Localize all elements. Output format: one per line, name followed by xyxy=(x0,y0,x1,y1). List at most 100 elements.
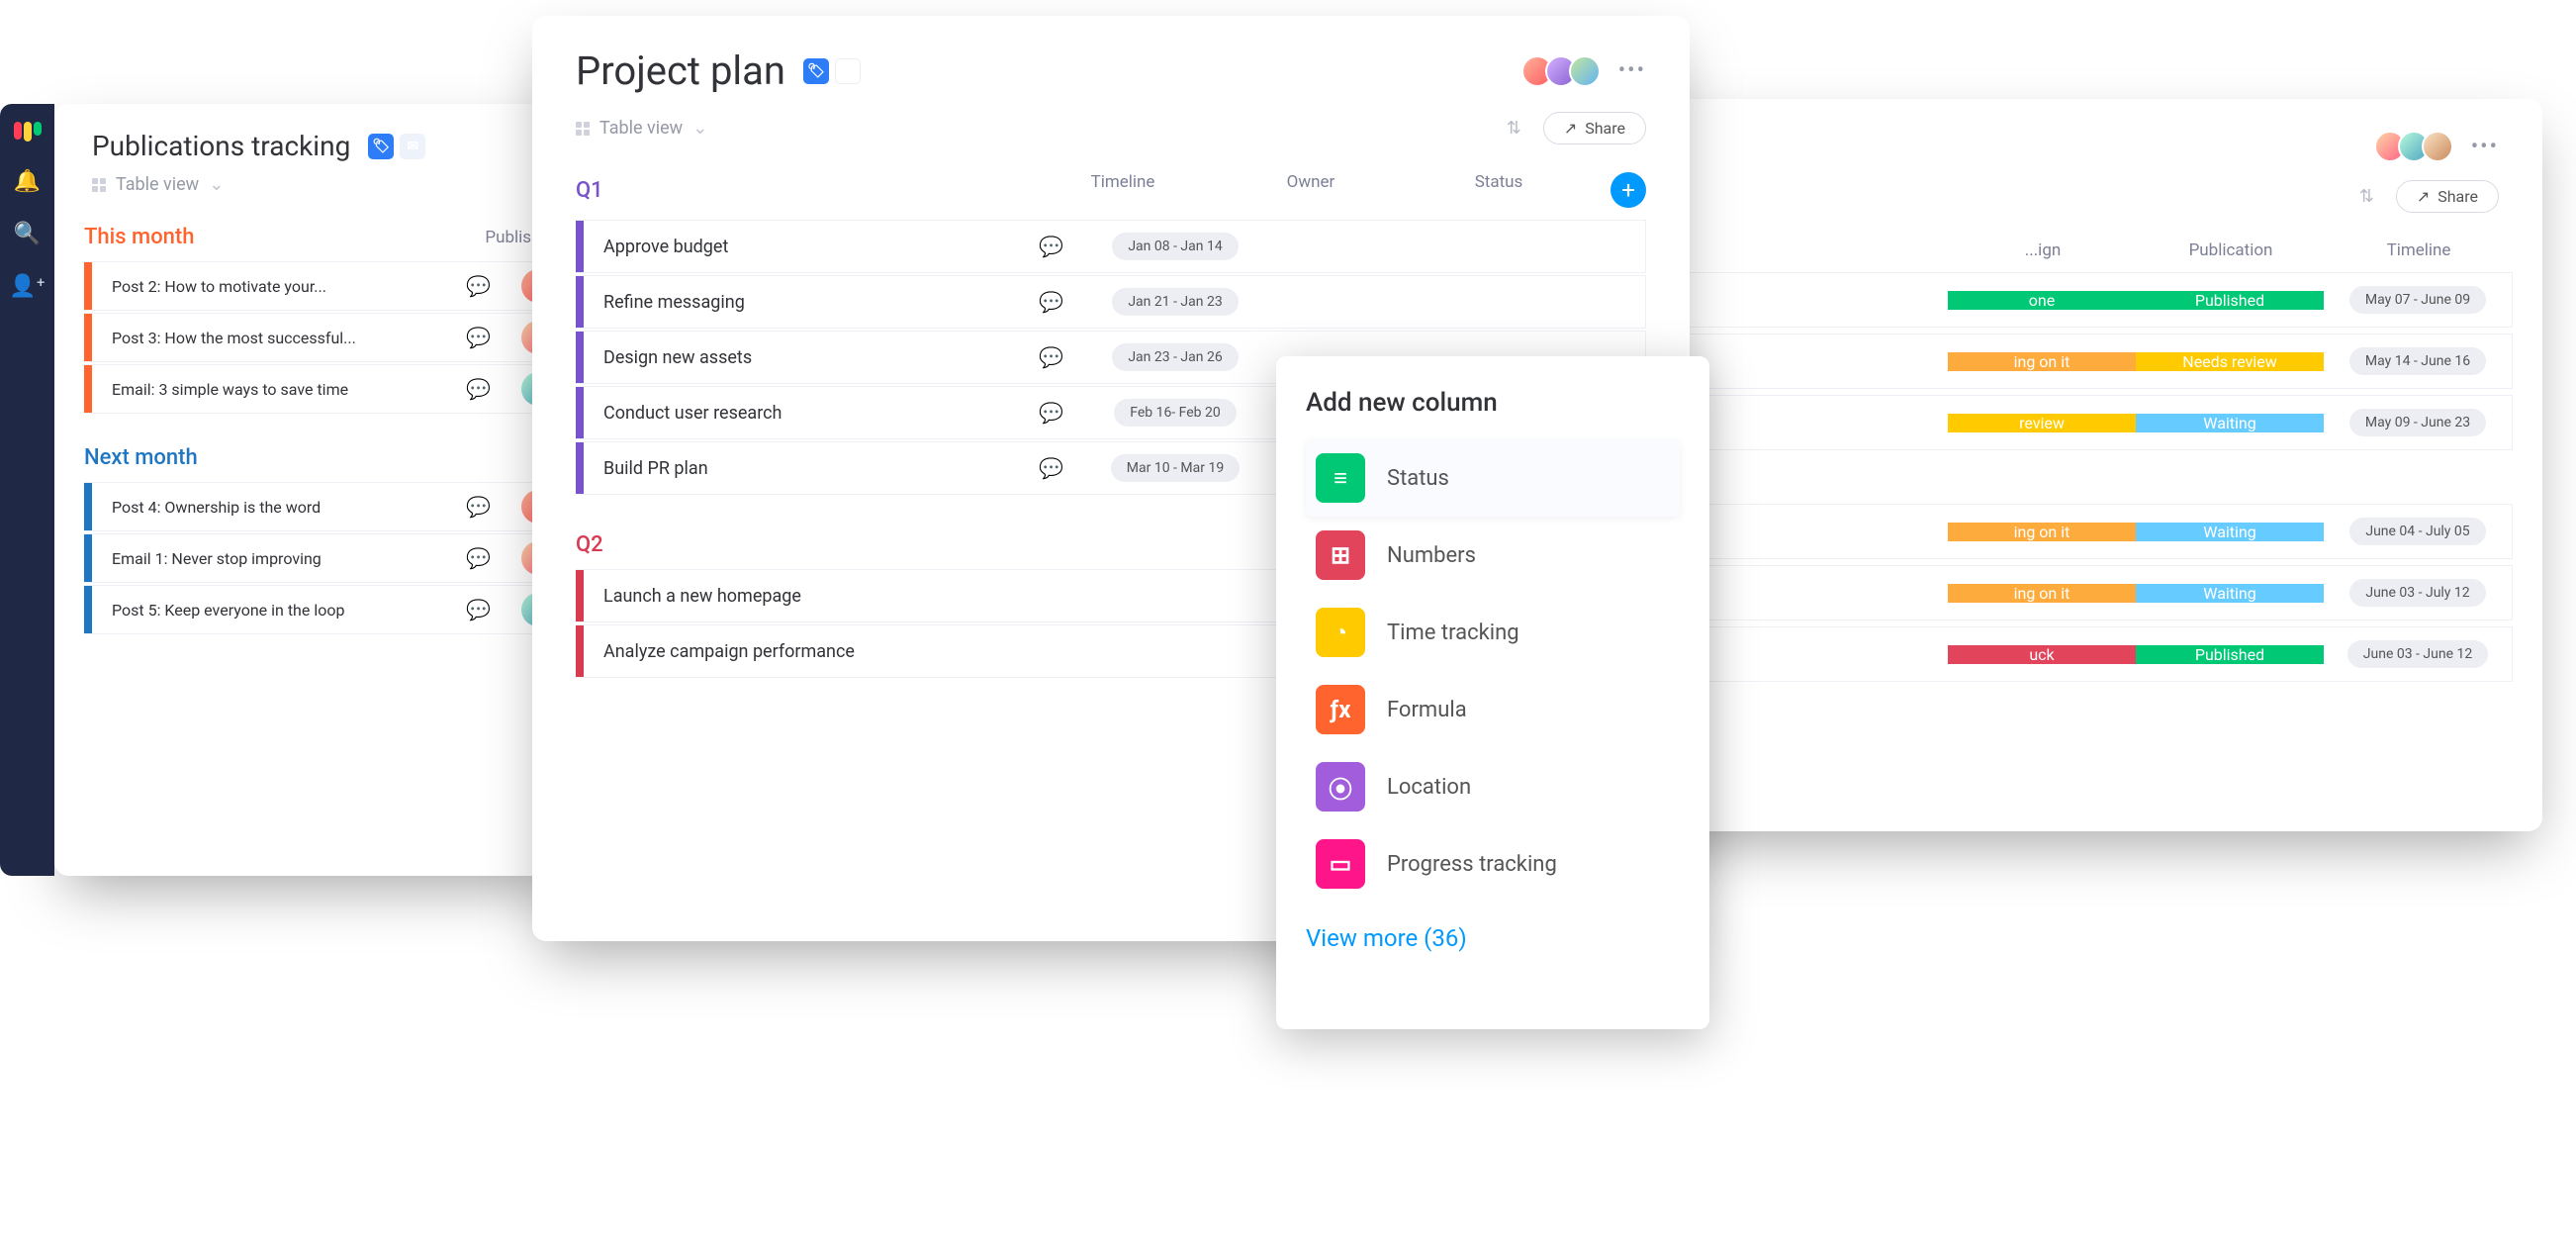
column-type-icon: ▭ xyxy=(1316,839,1365,889)
chevron-down-icon: ⌄ xyxy=(209,174,224,195)
chat-icon[interactable]: 💬 xyxy=(448,377,508,401)
filter-icon[interactable]: ⇅ xyxy=(1507,118,1521,139)
column-type-icon: ◔ xyxy=(1316,608,1365,657)
column-type-option[interactable]: ≡Status xyxy=(1306,439,1680,517)
timeline-pill[interactable]: Jan 23 - Jan 26 xyxy=(1112,343,1238,371)
item-name: Email 1: Never stop improving xyxy=(92,549,448,568)
item-name: Post 3: How the most successful... xyxy=(92,329,448,347)
status-cell[interactable]: Published xyxy=(2136,291,2324,310)
chat-icon[interactable]: 💬 xyxy=(448,495,508,519)
status-cell[interactable]: Needs review xyxy=(2136,352,2324,371)
integration-icon[interactable]: 🏷 xyxy=(803,58,829,84)
view-switcher[interactable]: Table view ⌄ xyxy=(576,118,707,139)
group-name[interactable]: Next month xyxy=(84,445,198,470)
status-cell[interactable]: uck xyxy=(1948,645,2136,664)
item-name: Launch a new homepage xyxy=(584,586,1397,607)
group-name[interactable]: Q2 xyxy=(576,532,603,557)
filter-icon[interactable]: ⇅ xyxy=(2359,186,2374,207)
group-name[interactable]: This month xyxy=(84,225,194,249)
add-column-button[interactable]: + xyxy=(1610,172,1646,208)
member-avatars[interactable] xyxy=(2382,131,2453,162)
table-row[interactable]: Post 3: How the most successful...💬 xyxy=(84,313,569,362)
column-type-option[interactable]: ▭Progress tracking xyxy=(1306,825,1680,903)
table-row[interactable]: Email 1: Never stop improving💬 xyxy=(84,533,569,583)
view-label: Table view xyxy=(116,174,199,195)
view-switcher[interactable]: Table view ⌄ xyxy=(92,174,224,195)
integration-icon[interactable]: 🏷 xyxy=(368,134,394,159)
chat-icon[interactable]: 💬 xyxy=(1021,235,1081,258)
popup-title: Add new column xyxy=(1306,388,1680,418)
board-title-text: Publications tracking xyxy=(92,130,350,162)
chat-icon[interactable]: 💬 xyxy=(1021,456,1081,480)
table-row[interactable]: Post 5: Keep everyone in the loop💬 xyxy=(84,585,569,634)
status-cell[interactable]: Waiting xyxy=(2136,584,2324,603)
column-type-option[interactable]: ⦿Location xyxy=(1306,748,1680,825)
column-type-icon: ƒx xyxy=(1316,685,1365,734)
column-header: ...ign xyxy=(1949,240,2137,260)
add-user-icon[interactable]: 👤⁺ xyxy=(9,274,45,299)
chat-icon[interactable]: 💬 xyxy=(448,598,508,621)
board-publications: Publications tracking 🏷 ✉ Table view ⌄ T… xyxy=(54,104,569,876)
chat-icon[interactable]: 💬 xyxy=(448,546,508,570)
timeline-pill[interactable]: May 14 - June 16 xyxy=(2349,347,2486,375)
timeline-pill[interactable]: Mar 10 - Mar 19 xyxy=(1111,454,1240,482)
chevron-down-icon: ⌄ xyxy=(692,118,707,139)
board-title: Publications tracking 🏷 ✉ xyxy=(92,130,425,162)
status-cell[interactable]: ing on it xyxy=(1948,523,2136,541)
timeline-pill[interactable]: June 03 - July 12 xyxy=(2349,579,2485,607)
column-type-option[interactable]: ◔ Time tracking xyxy=(1306,594,1680,671)
chat-icon[interactable]: 💬 xyxy=(1021,290,1081,314)
column-type-icon: ≡ xyxy=(1316,453,1365,503)
board-title: Project plan 🏷 M xyxy=(576,48,861,94)
gmail-icon[interactable]: M xyxy=(835,58,861,84)
view-label: Table view xyxy=(599,118,683,139)
table-row[interactable]: Post 2: How to motivate your...💬 xyxy=(84,261,569,311)
search-icon[interactable]: 🔍 xyxy=(14,222,41,246)
share-icon: ↗ xyxy=(2417,187,2430,206)
table-row[interactable]: Approve budget💬Jan 08 - Jan 14 xyxy=(576,220,1646,273)
status-cell[interactable]: Waiting xyxy=(2136,414,2324,432)
column-type-label: Time tracking xyxy=(1387,621,1519,645)
status-cell[interactable]: Published xyxy=(2136,645,2324,664)
share-button[interactable]: ↗ Share xyxy=(2396,180,2499,213)
status-cell[interactable]: ing on it xyxy=(1948,584,2136,603)
timeline-pill[interactable]: June 03 - June 12 xyxy=(2347,640,2488,668)
member-avatars[interactable] xyxy=(1529,55,1601,87)
left-rail: 🔔 🔍 👤⁺ xyxy=(0,104,54,876)
status-cell[interactable]: one xyxy=(1948,291,2136,310)
chat-icon[interactable]: 💬 xyxy=(448,326,508,349)
status-cell[interactable]: review xyxy=(1948,414,2136,432)
group-name[interactable]: Q1 xyxy=(576,178,603,203)
column-type-option[interactable]: ƒxFormula xyxy=(1306,671,1680,748)
more-menu-icon[interactable]: ••• xyxy=(1618,58,1646,83)
share-icon: ↗ xyxy=(1564,119,1577,138)
column-header: Timeline xyxy=(2325,240,2513,260)
timeline-pill[interactable]: May 07 - June 09 xyxy=(2349,286,2486,314)
status-cell[interactable]: Waiting xyxy=(2136,523,2324,541)
bell-icon[interactable]: 🔔 xyxy=(14,169,41,194)
item-name: Conduct user research xyxy=(584,403,1021,424)
mail-icon[interactable]: ✉ xyxy=(400,134,425,159)
chat-icon[interactable]: 💬 xyxy=(1021,401,1081,425)
table-row[interactable]: Refine messaging💬Jan 21 - Jan 23 xyxy=(576,275,1646,329)
timeline-pill[interactable]: Feb 16- Feb 20 xyxy=(1114,399,1237,427)
board-title-text: Project plan xyxy=(576,48,785,94)
more-menu-icon[interactable]: ••• xyxy=(2471,135,2499,159)
chat-icon[interactable]: 💬 xyxy=(448,274,508,298)
timeline-pill[interactable]: Jan 21 - Jan 23 xyxy=(1112,288,1238,316)
table-row[interactable]: Post 4: Ownership is the word💬 xyxy=(84,482,569,531)
column-type-option[interactable]: ⊞Numbers xyxy=(1306,517,1680,594)
chat-icon[interactable]: 💬 xyxy=(1021,345,1081,369)
item-name: Post 2: How to motivate your... xyxy=(92,277,448,296)
status-cell[interactable]: ing on it xyxy=(1948,352,2136,371)
timeline-pill[interactable]: June 04 - July 05 xyxy=(2349,518,2485,545)
logo-icon xyxy=(14,122,42,142)
item-name: Post 4: Ownership is the word xyxy=(92,498,448,517)
table-row[interactable]: Email: 3 simple ways to save time💬 xyxy=(84,364,569,414)
add-column-popup: Add new column ≡Status⊞Numbers ◔ Time trac… xyxy=(1276,356,1709,1029)
view-more-link[interactable]: View more (36) xyxy=(1306,924,1680,952)
timeline-pill[interactable]: Jan 08 - Jan 14 xyxy=(1112,233,1238,260)
column-header: Owner xyxy=(1217,172,1405,208)
timeline-pill[interactable]: May 09 - June 23 xyxy=(2349,409,2486,436)
share-button[interactable]: ↗ Share xyxy=(1543,112,1646,144)
